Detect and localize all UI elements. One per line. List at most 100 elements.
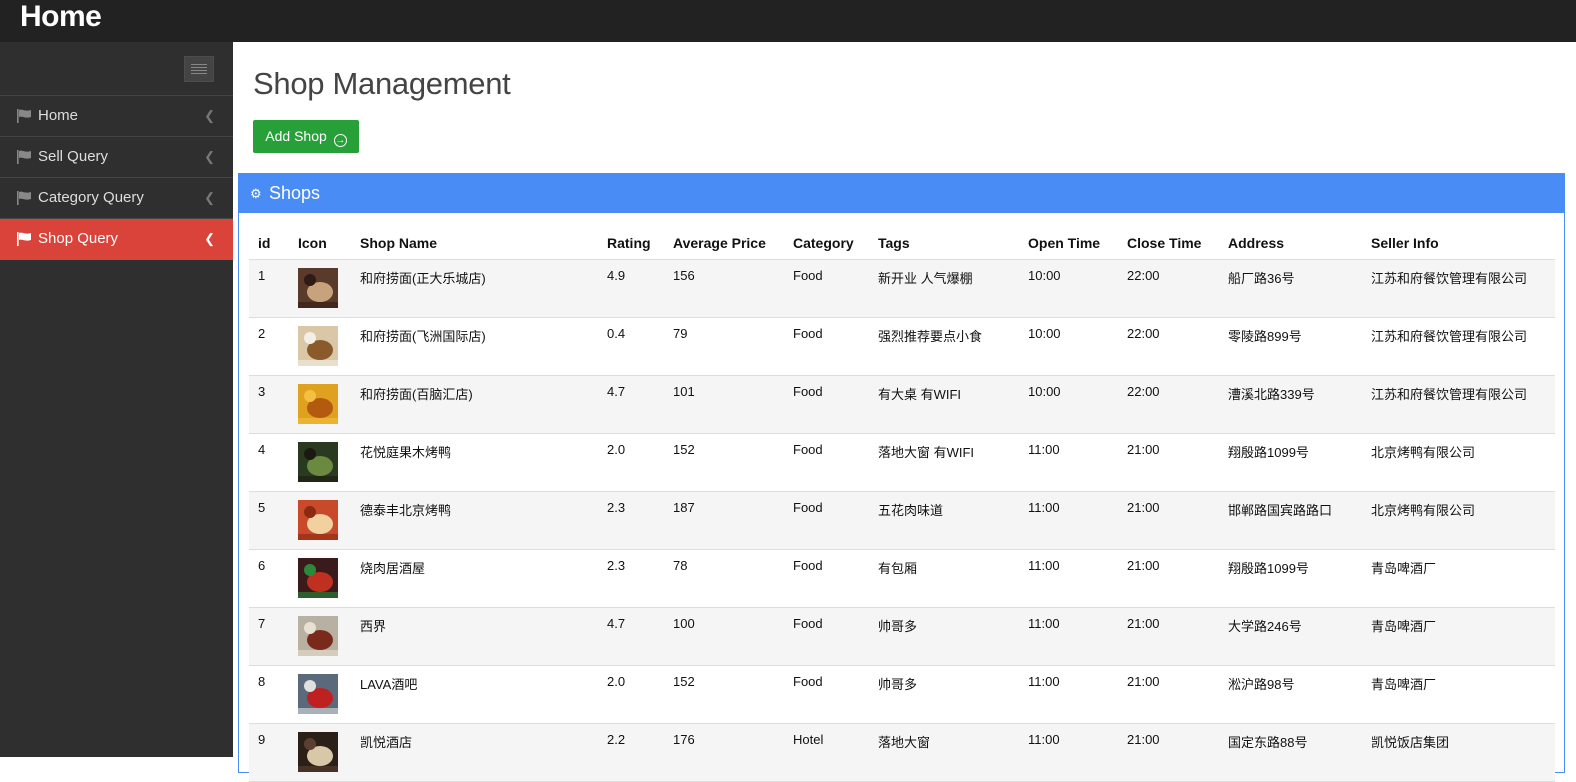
cell-tags: 有大桌 有WIFI	[869, 375, 1019, 434]
table-row[interactable]: 8 LAVA酒吧 2.0 152 Food 帅哥多 11:00 21:00 淞沪路98号 青岛啤酒…	[249, 665, 1555, 724]
sidebar: Home ❮ Sell Query ❮ Category Query ❮ Sho…	[0, 42, 233, 757]
cell-shop-name: 花悦庭果木烤鸭	[351, 433, 598, 492]
cell-id: 1	[249, 259, 289, 318]
flag-icon	[17, 191, 31, 205]
column-header-icon[interactable]: Icon	[289, 226, 351, 260]
cell-average-price: 176	[664, 723, 784, 782]
table-row[interactable]: 2 和府捞面(飞洲国际店) 0.4 79 Food 强烈推荐要点小食 10:00 22:00 零…	[249, 317, 1555, 376]
brand-link[interactable]: Home	[20, 0, 102, 36]
cell-shop-name: 和府捞面(正大乐城店)	[351, 259, 598, 318]
cell-tags: 落地大窗 有WIFI	[869, 433, 1019, 492]
shop-photo-thumbnail[interactable]	[298, 732, 338, 772]
cell-open-time: 11:00	[1019, 549, 1118, 608]
cell-address: 零陵路899号	[1219, 317, 1362, 376]
cell-tags: 五花肉味道	[869, 491, 1019, 550]
cell-open-time: 10:00	[1019, 259, 1118, 318]
table-row[interactable]: 6 烧肉居酒屋 2.3 78 Food 有包厢 11:00 21:00 翔殷路1099号 青岛啤酒…	[249, 549, 1555, 608]
cell-category: Hotel	[784, 723, 869, 782]
cell-average-price: 101	[664, 375, 784, 434]
sidebar-item-label: Home	[38, 107, 79, 124]
column-header-id[interactable]: id	[249, 226, 289, 260]
sidebar-item-category-query[interactable]: Category Query ❮	[0, 178, 233, 219]
cell-tags: 帅哥多	[869, 607, 1019, 666]
column-header-close-time[interactable]: Close Time	[1118, 226, 1219, 260]
cell-tags: 帅哥多	[869, 665, 1019, 724]
shop-photo-thumbnail[interactable]	[298, 384, 338, 424]
cell-icon	[289, 723, 351, 782]
menu-icon-bar	[191, 70, 207, 71]
cell-icon	[289, 665, 351, 724]
cell-close-time: 21:00	[1118, 607, 1219, 666]
shop-photo-thumbnail[interactable]	[298, 674, 338, 714]
table-row[interactable]: 3 和府捞面(百脑汇店) 4.7 101 Food 有大桌 有WIFI 10:00 22:00…	[249, 375, 1555, 434]
column-header-seller-info[interactable]: Seller Info	[1362, 226, 1555, 260]
table-row[interactable]: 9 凯悦酒店 2.2 176 Hotel 落地大窗 11:00 21:00 国定东路88号 凯悦饭…	[249, 723, 1555, 782]
sidebar-toggle-button[interactable]	[184, 56, 214, 82]
table-row[interactable]: 1 和府捞面(正大乐城店) 4.9 156 Food 新开业 人气爆棚 10:00 22:00…	[249, 259, 1555, 318]
column-header-address[interactable]: Address	[1219, 226, 1362, 260]
column-header-open-time[interactable]: Open Time	[1019, 226, 1118, 260]
table-row[interactable]: 5 德泰丰北京烤鸭 2.3 187 Food 五花肉味道 11:00 21:00 邯郸路国宾路路…	[249, 491, 1555, 550]
cell-seller-info: 青岛啤酒厂	[1362, 549, 1555, 608]
column-header-category[interactable]: Category	[784, 226, 869, 260]
cell-rating: 2.3	[598, 549, 664, 608]
column-header-rating[interactable]: Rating	[598, 226, 664, 260]
cell-id: 6	[249, 549, 289, 608]
cell-category: Food	[784, 491, 869, 550]
cell-average-price: 187	[664, 491, 784, 550]
sidebar-item-shop-query[interactable]: Shop Query ❮	[0, 219, 233, 260]
cell-seller-info: 青岛啤酒厂	[1362, 607, 1555, 666]
cell-average-price: 79	[664, 317, 784, 376]
table-row[interactable]: 7 西界 4.7 100 Food 帅哥多 11:00 21:00 大学路246号 青岛啤酒厂	[249, 607, 1555, 666]
cell-close-time: 21:00	[1118, 549, 1219, 608]
cell-rating: 2.2	[598, 723, 664, 782]
column-header-shop-name[interactable]: Shop Name	[351, 226, 598, 260]
cell-average-price: 78	[664, 549, 784, 608]
sidebar-item-label: Category Query	[38, 189, 144, 206]
chevron-left-icon: ❮	[204, 231, 215, 246]
top-navbar: Home	[0, 0, 1576, 42]
shop-photo-thumbnail[interactable]	[298, 268, 338, 308]
cell-close-time: 21:00	[1118, 723, 1219, 782]
cell-address: 翔殷路1099号	[1219, 433, 1362, 492]
flag-icon	[17, 232, 31, 246]
sidebar-item-sell-query[interactable]: Sell Query ❮	[0, 137, 233, 178]
add-shop-button-label: Add Shop	[265, 128, 327, 144]
table-row[interactable]: 4 花悦庭果木烤鸭 2.0 152 Food 落地大窗 有WIFI 11:00 21:00 翔殷…	[249, 433, 1555, 492]
cell-tags: 新开业 人气爆棚	[869, 259, 1019, 318]
column-header-tags[interactable]: Tags	[869, 226, 1019, 260]
cell-address: 邯郸路国宾路路口	[1219, 491, 1362, 550]
panel-header: ⚙ Shops	[239, 174, 1564, 213]
table-header-row: id Icon Shop Name Rating Average Price C…	[249, 226, 1555, 260]
shop-photo-thumbnail[interactable]	[298, 558, 338, 598]
cell-icon	[289, 259, 351, 318]
shop-photo-thumbnail[interactable]	[298, 616, 338, 656]
cell-rating: 4.7	[598, 607, 664, 666]
shop-photo-thumbnail[interactable]	[298, 500, 338, 540]
flag-icon	[17, 109, 31, 123]
cell-average-price: 152	[664, 433, 784, 492]
panel-title: Shops	[269, 183, 321, 203]
add-shop-button[interactable]: Add Shop →	[253, 120, 359, 153]
cell-shop-name: 凯悦酒店	[351, 723, 598, 782]
shop-photo-thumbnail[interactable]	[298, 326, 338, 366]
sidebar-item-label: Shop Query	[38, 230, 119, 247]
cell-address: 大学路246号	[1219, 607, 1362, 666]
shops-panel: ⚙ Shops id Icon Shop Name Rating Average…	[238, 173, 1565, 782]
shop-photo-thumbnail[interactable]	[298, 442, 338, 482]
cell-id: 4	[249, 433, 289, 492]
chevron-left-icon: ❮	[204, 149, 215, 164]
cell-icon	[289, 375, 351, 434]
page-title: Shop Management	[253, 66, 511, 101]
cell-rating: 4.7	[598, 375, 664, 434]
flag-icon	[17, 150, 31, 164]
cell-close-time: 21:00	[1118, 665, 1219, 724]
cell-id: 3	[249, 375, 289, 434]
cell-close-time: 22:00	[1118, 375, 1219, 434]
column-header-average-price[interactable]: Average Price	[664, 226, 784, 260]
cell-icon	[289, 549, 351, 608]
menu-icon-bar	[191, 64, 207, 65]
cell-open-time: 10:00	[1019, 317, 1118, 376]
sidebar-item-home[interactable]: Home ❮	[0, 96, 233, 137]
cell-close-time: 22:00	[1118, 317, 1219, 376]
